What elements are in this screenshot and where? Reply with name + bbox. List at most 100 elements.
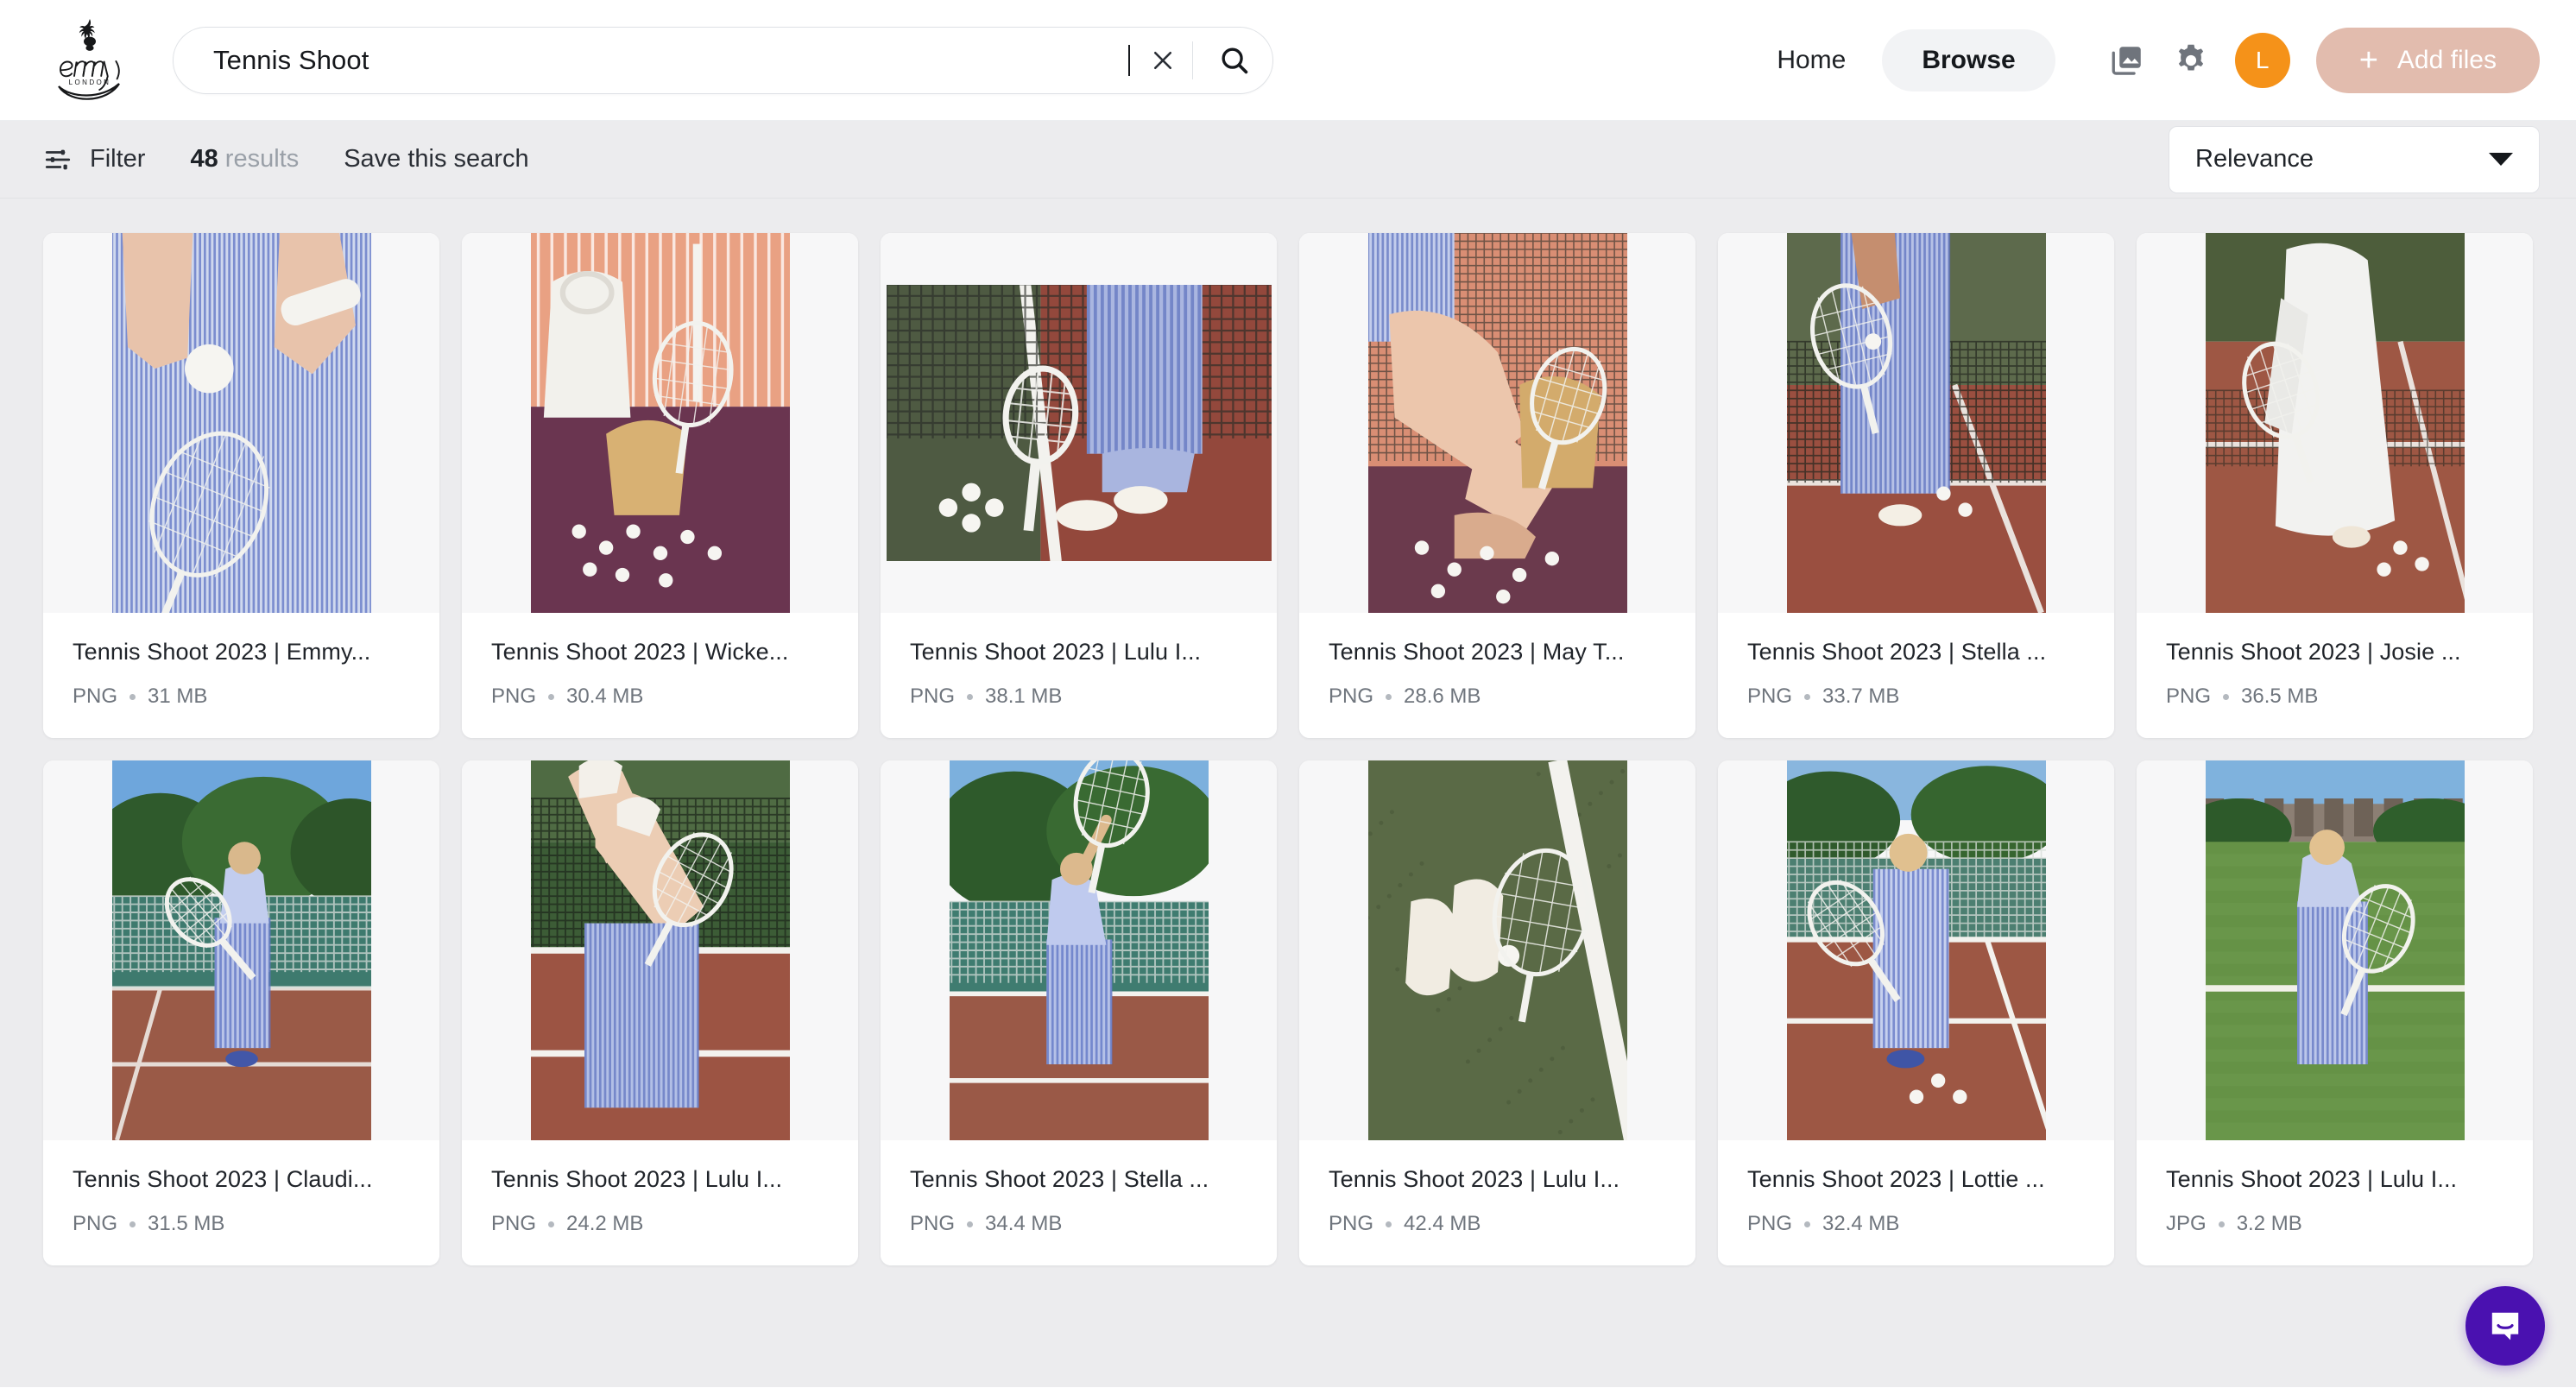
asset-thumbnail[interactable] [1299, 760, 1695, 1140]
asset-card[interactable]: Tennis Shoot 2023 | May T... PNG 28.6 MB [1299, 233, 1695, 738]
separator-dot [1804, 1221, 1811, 1227]
thumbnail-image [111, 233, 371, 613]
search-bar[interactable] [173, 26, 1273, 94]
thumbnail-image [530, 760, 790, 1140]
search-submit-button[interactable] [1196, 30, 1272, 91]
collections-button[interactable] [2095, 28, 2159, 92]
asset-thumbnail[interactable] [2137, 760, 2533, 1140]
results-area: Tennis Shoot 2023 | Emmy... PNG 31 MB Tenn… [0, 199, 2576, 1387]
asset-card[interactable]: Tennis Shoot 2023 | Claudi... PNG 31.5 MB [43, 760, 439, 1265]
asset-thumbnail[interactable] [1718, 233, 2114, 613]
asset-thumbnail[interactable] [43, 233, 439, 613]
asset-meta: Tennis Shoot 2023 | Lulu I... PNG 38.1 MB [881, 613, 1277, 738]
asset-card[interactable]: Tennis Shoot 2023 | Lulu I... PNG 24.2 MB [462, 760, 858, 1265]
nav-item-browse[interactable]: Browse [1882, 28, 2055, 91]
asset-card[interactable]: Tennis Shoot 2023 | Stella ... PNG 34.4 MB [881, 760, 1277, 1265]
asset-format: PNG [1747, 685, 1793, 708]
asset-meta: Tennis Shoot 2023 | Stella ... PNG 33.7 MB [1718, 613, 2114, 738]
search-icon [1222, 47, 1248, 73]
asset-subinfo: PNG 38.1 MB [910, 685, 1247, 709]
asset-thumbnail[interactable] [43, 760, 439, 1140]
asset-subinfo: PNG 31 MB [73, 685, 410, 709]
asset-thumbnail[interactable] [881, 760, 1277, 1140]
user-avatar[interactable]: L [2234, 32, 2290, 88]
asset-size: 42.4 MB [1404, 1212, 1481, 1235]
asset-meta: Tennis Shoot 2023 | Lulu I... PNG 24.2 MB [462, 1140, 858, 1265]
asset-subinfo: PNG 42.4 MB [1329, 1212, 1666, 1236]
filter-button[interactable]: Filter [43, 145, 145, 174]
asset-thumbnail[interactable] [881, 233, 1277, 613]
asset-thumbnail[interactable] [462, 233, 858, 613]
asset-size: 24.2 MB [566, 1212, 644, 1235]
search-divider [1191, 41, 1193, 79]
asset-card[interactable]: Tennis Shoot 2023 | Emmy... PNG 31 MB [43, 233, 439, 738]
support-chat-launcher[interactable] [2466, 1286, 2545, 1366]
asset-meta: Tennis Shoot 2023 | May T... PNG 28.6 MB [1299, 613, 1695, 738]
asset-subinfo: PNG 33.7 MB [1747, 685, 2085, 709]
results-word: results [224, 145, 300, 173]
asset-meta: Tennis Shoot 2023 | Emmy... PNG 31 MB [43, 613, 439, 738]
asset-title: Tennis Shoot 2023 | Claudi... [73, 1166, 373, 1192]
asset-card[interactable]: Tennis Shoot 2023 | Lulu I... PNG 42.4 MB [1299, 760, 1695, 1265]
sliders-icon [45, 149, 71, 169]
asset-thumbnail[interactable] [1718, 760, 2114, 1140]
asset-title: Tennis Shoot 2023 | Lulu I... [491, 1166, 783, 1192]
asset-subinfo: PNG 31.5 MB [73, 1212, 410, 1236]
thumbnail-image [1367, 233, 1627, 613]
thumbnail-image [530, 233, 790, 613]
asset-size: 28.6 MB [1404, 685, 1481, 708]
asset-format: PNG [1329, 685, 1374, 708]
asset-subinfo: JPG 3.2 MB [2166, 1212, 2503, 1236]
asset-card[interactable]: Tennis Shoot 2023 | Stella ... PNG 33.7 MB [1718, 233, 2114, 738]
thumbnail-image [1786, 760, 2046, 1140]
asset-size: 31.5 MB [148, 1212, 225, 1235]
asset-title: Tennis Shoot 2023 | Emmy... [73, 639, 371, 665]
asset-meta: Tennis Shoot 2023 | Claudi... PNG 31.5 MB [43, 1140, 439, 1265]
asset-meta: Tennis Shoot 2023 | Lulu I... PNG 42.4 MB [1299, 1140, 1695, 1265]
asset-size: 30.4 MB [566, 685, 644, 708]
chat-bubble-icon [2491, 1312, 2519, 1341]
brand-logo[interactable]: LONDON [43, 16, 136, 105]
asset-card[interactable]: Tennis Shoot 2023 | Lottie ... PNG 32.4 MB [1718, 760, 2114, 1265]
nav-item-home[interactable]: Home [1747, 46, 1875, 75]
asset-title: Tennis Shoot 2023 | Lulu I... [910, 639, 1202, 665]
asset-card[interactable]: Tennis Shoot 2023 | Josie ... PNG 36.5 MB [2137, 233, 2533, 738]
photo-library-icon [2112, 46, 2141, 75]
settings-button[interactable] [2159, 28, 2223, 92]
sort-dropdown[interactable]: Relevance [2169, 125, 2540, 193]
asset-card[interactable]: Tennis Shoot 2023 | Lulu I... PNG 38.1 MB [881, 233, 1277, 738]
asset-size: 3.2 MB [2236, 1212, 2302, 1235]
asset-format: PNG [910, 685, 956, 708]
asset-format: PNG [491, 685, 537, 708]
close-icon [1153, 51, 1171, 69]
asset-thumbnail[interactable] [2137, 233, 2533, 613]
asset-subinfo: PNG 32.4 MB [1747, 1212, 2085, 1236]
add-files-label: Add files [2396, 45, 2497, 74]
asset-meta: Tennis Shoot 2023 | Josie ... PNG 36.5 MB [2137, 613, 2533, 738]
asset-card[interactable]: Tennis Shoot 2023 | Lulu I... JPG 3.2 MB [2137, 760, 2533, 1265]
clear-search-button[interactable] [1137, 35, 1189, 86]
asset-title: Tennis Shoot 2023 | May T... [1329, 639, 1625, 665]
separator-dot [1386, 1221, 1392, 1227]
separator-dot [1386, 693, 1392, 700]
save-search-button[interactable]: Save this search [344, 145, 528, 174]
asset-format: PNG [910, 1212, 956, 1235]
asset-subinfo: PNG 24.2 MB [491, 1212, 829, 1236]
search-input[interactable] [213, 44, 1130, 76]
asset-title: Tennis Shoot 2023 | Lulu I... [1329, 1166, 1620, 1192]
separator-dot [129, 693, 136, 700]
separator-dot [967, 1221, 974, 1227]
primary-nav: Home Browse L + Add files [1747, 27, 2540, 93]
add-files-button[interactable]: + Add files [2315, 27, 2540, 93]
asset-title: Tennis Shoot 2023 | Lottie ... [1747, 1166, 2045, 1192]
asset-card[interactable]: Tennis Shoot 2023 | Wicke... PNG 30.4 MB [462, 233, 858, 738]
separator-dot [967, 693, 974, 700]
asset-thumbnail[interactable] [462, 760, 858, 1140]
asset-size: 36.5 MB [2241, 685, 2319, 708]
asset-title: Tennis Shoot 2023 | Wicke... [491, 639, 789, 665]
asset-meta: Tennis Shoot 2023 | Wicke... PNG 30.4 MB [462, 613, 858, 738]
asset-format: PNG [1329, 1212, 1374, 1235]
asset-thumbnail[interactable] [1299, 233, 1695, 613]
separator-dot [548, 693, 555, 700]
plus-icon: + [2358, 41, 2378, 79]
